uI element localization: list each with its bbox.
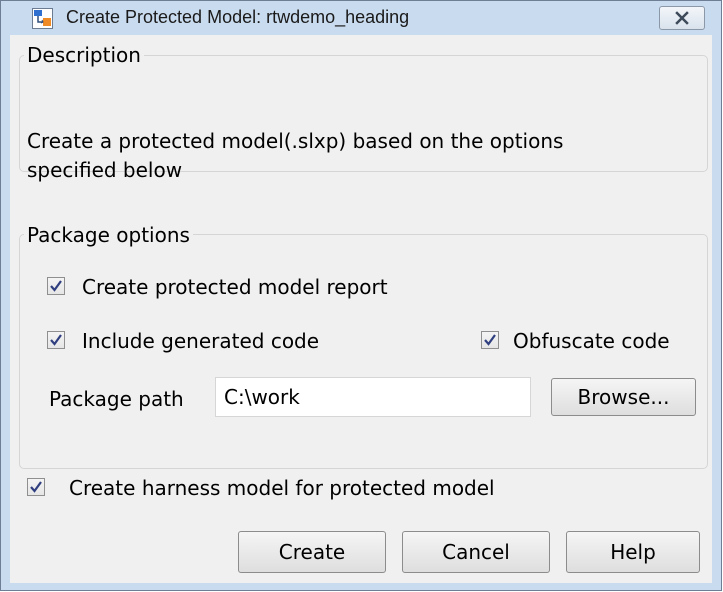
harness-checkbox[interactable] xyxy=(27,478,45,496)
create-report-checkbox[interactable] xyxy=(47,277,65,295)
checkmark-icon xyxy=(484,334,496,346)
title-bar[interactable]: Create Protected Model: rtwdemo_heading xyxy=(1,1,721,35)
obfuscate-checkbox[interactable] xyxy=(481,331,499,349)
create-report-label[interactable]: Create protected model report xyxy=(82,273,388,301)
browse-button[interactable]: Browse... xyxy=(551,378,696,416)
dialog-window: Create Protected Model: rtwdemo_heading … xyxy=(0,0,722,591)
dialog-content: Description Create a protected model(.sl… xyxy=(10,35,712,583)
obfuscate-label[interactable]: Obfuscate code xyxy=(513,327,670,355)
description-text-line1: Create a protected model(.slxp) based on… xyxy=(27,129,564,153)
close-button[interactable] xyxy=(659,6,705,30)
description-text-line2: specified below xyxy=(27,158,183,182)
include-code-checkbox[interactable] xyxy=(47,331,65,349)
checkmark-icon xyxy=(50,280,62,292)
checkmark-icon xyxy=(30,481,42,493)
package-path-label: Package path xyxy=(49,387,184,411)
harness-label[interactable]: Create harness model for protected model xyxy=(69,474,495,502)
checkmark-icon xyxy=(50,334,62,346)
help-button[interactable]: Help xyxy=(566,531,700,573)
simulink-model-icon xyxy=(32,8,53,29)
cancel-button[interactable]: Cancel xyxy=(402,531,550,573)
create-button[interactable]: Create xyxy=(238,531,386,573)
description-legend: Description xyxy=(24,43,144,67)
include-code-label[interactable]: Include generated code xyxy=(82,327,319,355)
window-title: Create Protected Model: rtwdemo_heading xyxy=(66,7,410,27)
package-options-legend: Package options xyxy=(24,223,193,247)
package-path-input[interactable]: C:\work xyxy=(215,377,531,417)
